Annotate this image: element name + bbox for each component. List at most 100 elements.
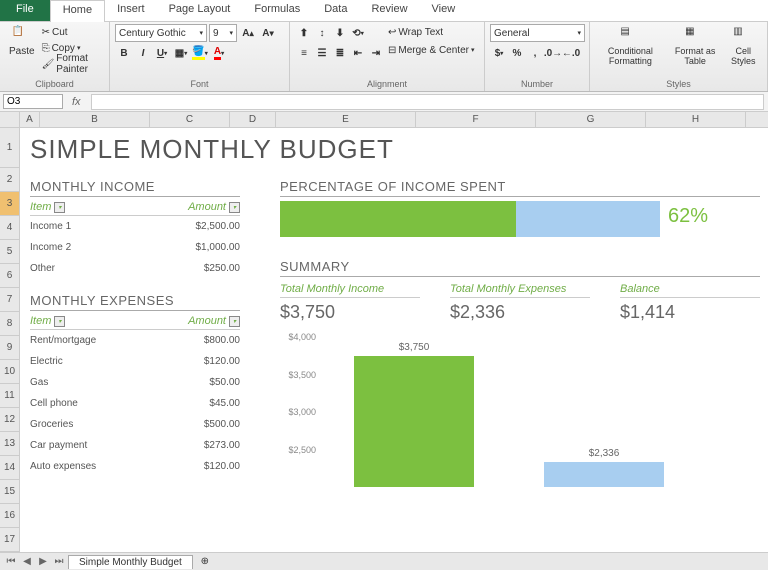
wrap-text-button[interactable]: ↩ Wrap Text bbox=[388, 24, 475, 40]
format-painter-button[interactable]: 🖌 Format Painter bbox=[42, 56, 104, 72]
cell-styles-button[interactable]: ▥Cell Styles bbox=[725, 24, 763, 68]
table-row[interactable]: Other$250.00 bbox=[30, 258, 240, 279]
table-row[interactable]: Car payment$273.00 bbox=[30, 435, 240, 456]
row-headers: 1234567891011121314151617 bbox=[0, 128, 20, 568]
column-header-H[interactable]: H bbox=[646, 112, 746, 127]
align-bottom-button[interactable]: ⬇ bbox=[331, 24, 349, 42]
row-header-6[interactable]: 6 bbox=[0, 264, 19, 288]
increase-indent-button[interactable]: ⇥ bbox=[367, 44, 385, 62]
ribbon: 📋 Paste ✂ Cut ⎘ Copy▾ 🖌 Format Painter C… bbox=[0, 22, 768, 92]
column-header-A[interactable]: A bbox=[20, 112, 40, 127]
group-alignment: ⬆ ↕ ⬇ ⟲▾ ≡ ☰ ≣ ⇤ ⇥ ↩ Wrap Text ⊟ Merge &… bbox=[290, 22, 485, 91]
fill-color-button[interactable]: 🪣▾ bbox=[191, 44, 209, 62]
column-header-B[interactable]: B bbox=[40, 112, 150, 127]
pct-header: PERCENTAGE OF INCOME SPENT bbox=[280, 179, 760, 197]
column-header-G[interactable]: G bbox=[536, 112, 646, 127]
row-header-4[interactable]: 4 bbox=[0, 216, 19, 240]
tab-view[interactable]: View bbox=[420, 0, 468, 21]
table-row[interactable]: Gas$50.00 bbox=[30, 372, 240, 393]
row-header-11[interactable]: 11 bbox=[0, 384, 19, 408]
percent-button[interactable]: % bbox=[508, 44, 526, 62]
conditional-formatting-button[interactable]: ▤Conditional Formatting bbox=[595, 24, 666, 68]
decrease-decimal-button[interactable]: ←.0 bbox=[562, 44, 580, 62]
align-right-button[interactable]: ≣ bbox=[331, 44, 349, 62]
column-header-F[interactable]: F bbox=[416, 112, 536, 127]
font-name-dropdown[interactable]: Century Gothic▾ bbox=[115, 24, 207, 42]
font-size-dropdown[interactable]: 9▾ bbox=[209, 24, 237, 42]
table-row[interactable]: Rent/mortgage$800.00 bbox=[30, 330, 240, 351]
sheet-tab-active[interactable]: Simple Monthly Budget bbox=[68, 555, 193, 569]
currency-button[interactable]: $▾ bbox=[490, 44, 508, 62]
row-header-8[interactable]: 8 bbox=[0, 312, 19, 336]
row-header-10[interactable]: 10 bbox=[0, 360, 19, 384]
expenses-header: MONTHLY EXPENSES bbox=[30, 293, 240, 311]
group-number: General▾ $▾ % , .0→ ←.0 Number bbox=[485, 22, 590, 91]
table-row[interactable]: Cell phone$45.00 bbox=[30, 393, 240, 414]
column-header-E[interactable]: E bbox=[276, 112, 416, 127]
align-center-button[interactable]: ☰ bbox=[313, 44, 331, 62]
tab-home[interactable]: Home bbox=[50, 0, 105, 22]
table-row[interactable]: Groceries$500.00 bbox=[30, 414, 240, 435]
table-row[interactable]: Electric$120.00 bbox=[30, 351, 240, 372]
sheet-nav-next[interactable]: ▶ bbox=[36, 556, 50, 567]
paste-button[interactable]: 📋 Paste bbox=[5, 24, 39, 59]
row-header-3[interactable]: 3 bbox=[0, 192, 19, 216]
tab-page-layout[interactable]: Page Layout bbox=[157, 0, 243, 21]
row-header-12[interactable]: 12 bbox=[0, 408, 19, 432]
filter-button[interactable]: ▾ bbox=[54, 316, 65, 327]
worksheet[interactable]: SIMPLE MONTHLY BUDGET MONTHLY INCOME Ite… bbox=[20, 128, 768, 568]
increase-decimal-button[interactable]: .0→ bbox=[544, 44, 562, 62]
column-header-C[interactable]: C bbox=[150, 112, 230, 127]
paste-label: Paste bbox=[9, 46, 35, 57]
tab-insert[interactable]: Insert bbox=[105, 0, 157, 21]
orientation-button[interactable]: ⟲▾ bbox=[349, 24, 367, 42]
table-row[interactable]: Income 2$1,000.00 bbox=[30, 237, 240, 258]
border-button[interactable]: ▦▾ bbox=[172, 44, 190, 62]
tab-file[interactable]: File bbox=[0, 0, 50, 21]
bold-button[interactable]: B bbox=[115, 44, 133, 62]
tab-formulas[interactable]: Formulas bbox=[242, 0, 312, 21]
row-header-14[interactable]: 14 bbox=[0, 456, 19, 480]
italic-button[interactable]: I bbox=[134, 44, 152, 62]
new-sheet-button[interactable]: ⊕ bbox=[195, 556, 215, 567]
cut-button[interactable]: ✂ Cut bbox=[42, 24, 104, 40]
underline-button[interactable]: U▾ bbox=[153, 44, 171, 62]
filter-button[interactable]: ▾ bbox=[54, 202, 65, 213]
sheet-nav-prev[interactable]: ◀ bbox=[20, 556, 34, 567]
row-header-17[interactable]: 17 bbox=[0, 528, 19, 552]
row-header-16[interactable]: 16 bbox=[0, 504, 19, 528]
filter-button[interactable]: ▾ bbox=[229, 316, 240, 327]
merge-center-button[interactable]: ⊟ Merge & Center▾ bbox=[388, 42, 475, 58]
row-header-9[interactable]: 9 bbox=[0, 336, 19, 360]
row-header-7[interactable]: 7 bbox=[0, 288, 19, 312]
decrease-indent-button[interactable]: ⇤ bbox=[349, 44, 367, 62]
sheet-nav-last[interactable]: ⏭ bbox=[52, 556, 66, 567]
sheet-nav-first[interactable]: ⏮ bbox=[4, 556, 18, 567]
align-middle-button[interactable]: ↕ bbox=[313, 24, 331, 42]
tab-data[interactable]: Data bbox=[312, 0, 359, 21]
table-row[interactable]: Auto expenses$120.00 bbox=[30, 456, 240, 477]
row-header-2[interactable]: 2 bbox=[0, 168, 19, 192]
font-color-button[interactable]: A▾ bbox=[210, 44, 228, 62]
format-as-table-button[interactable]: ▦Format as Table bbox=[669, 24, 722, 68]
tab-review[interactable]: Review bbox=[359, 0, 419, 21]
increase-font-button[interactable]: A▴ bbox=[239, 24, 257, 42]
row-header-1[interactable]: 1 bbox=[0, 128, 19, 168]
row-header-5[interactable]: 5 bbox=[0, 240, 19, 264]
group-styles: ▤Conditional Formatting ▦Format as Table… bbox=[590, 22, 768, 91]
fx-icon[interactable]: fx bbox=[66, 96, 87, 108]
row-header-13[interactable]: 13 bbox=[0, 432, 19, 456]
align-left-button[interactable]: ≡ bbox=[295, 44, 313, 62]
select-all-corner[interactable] bbox=[0, 112, 20, 128]
number-format-dropdown[interactable]: General▾ bbox=[490, 24, 585, 42]
align-top-button[interactable]: ⬆ bbox=[295, 24, 313, 42]
formula-input[interactable] bbox=[91, 94, 764, 110]
column-header-D[interactable]: D bbox=[230, 112, 276, 127]
filter-button[interactable]: ▾ bbox=[229, 202, 240, 213]
decrease-font-button[interactable]: A▾ bbox=[259, 24, 277, 42]
comma-button[interactable]: , bbox=[526, 44, 544, 62]
name-box[interactable] bbox=[3, 94, 63, 109]
row-header-15[interactable]: 15 bbox=[0, 480, 19, 504]
total-expenses-label: Total Monthly Expenses bbox=[450, 283, 590, 298]
table-row[interactable]: Income 1$2,500.00 bbox=[30, 216, 240, 237]
